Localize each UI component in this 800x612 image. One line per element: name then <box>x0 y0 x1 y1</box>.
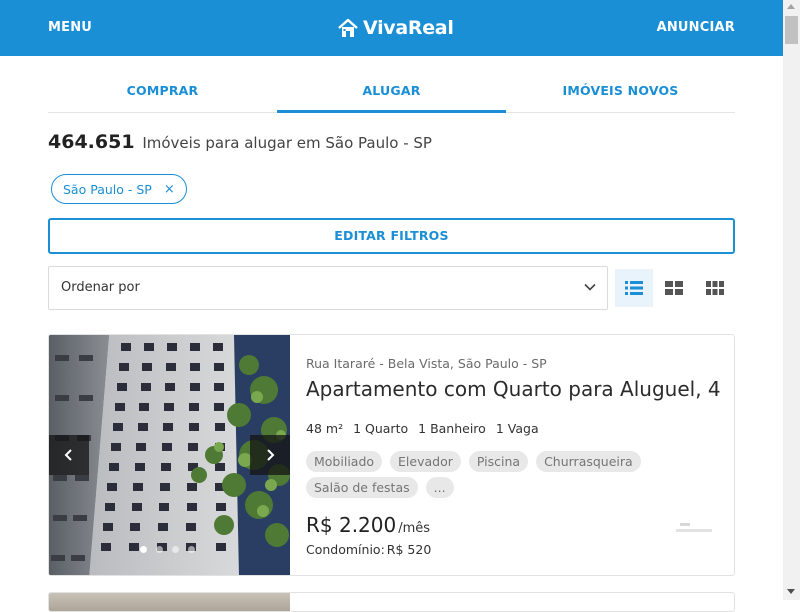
filter-chip-label: São Paulo - SP <box>63 181 152 197</box>
chevron-down-icon <box>584 283 596 291</box>
remove-filter-icon[interactable]: × <box>164 182 175 197</box>
tab-alugar[interactable]: ALUGAR <box>277 70 506 113</box>
listing-photo[interactable] <box>49 593 290 611</box>
listing-photo[interactable] <box>49 335 290 575</box>
next-photo-button[interactable] <box>250 435 290 475</box>
grid-three-view-button[interactable] <box>696 269 734 307</box>
grid-two-view-button[interactable] <box>655 269 693 307</box>
menu-button[interactable]: MENU <box>48 20 92 35</box>
amenity-tag: Piscina <box>468 451 529 472</box>
chevron-left-icon <box>64 449 72 461</box>
vivareal-logo[interactable]: VivaReal <box>337 14 454 42</box>
scrollbar-thumb[interactable] <box>785 16 798 44</box>
amenity-tag: Churrasqueira <box>536 451 641 472</box>
listing-address: Rua Itararé - Bela Vista, São Paulo - SP <box>306 356 547 371</box>
photo-dot[interactable] <box>156 546 163 553</box>
bedrooms-feature: 1 Quarto <box>353 421 409 436</box>
previous-photo-button[interactable] <box>49 435 89 475</box>
price-period: /mês <box>398 521 431 536</box>
parking-feature: 1 Vaga <box>495 421 539 436</box>
top-bar: MENU VivaReal ANUNCIAR <box>0 0 783 56</box>
edit-filters-button[interactable]: EDITAR FILTROS <box>48 218 735 254</box>
sort-select[interactable]: Ordenar por <box>48 266 608 310</box>
agency-logo[interactable] <box>674 521 714 535</box>
listing-features: 48 m² 1 Quarto 1 Banheiro 1 Vaga <box>306 421 539 436</box>
list-view-icon <box>625 281 643 295</box>
listing-card[interactable] <box>48 592 735 612</box>
results-description: Imóveis para alugar em São Paulo - SP <box>142 134 432 152</box>
sort-select-label: Ordenar por <box>61 280 140 295</box>
location-filter-chip[interactable]: São Paulo - SP × <box>51 174 187 204</box>
grid-three-icon <box>706 281 724 295</box>
listing-card[interactable]: Rua Itararé - Bela Vista, São Paulo - SP… <box>48 334 735 576</box>
area-feature: 48 m² <box>306 421 344 436</box>
business-type-tabs: COMPRAR ALUGAR IMÓVEIS NOVOS <box>48 70 735 113</box>
vertical-scrollbar[interactable] <box>783 0 800 600</box>
tab-comprar[interactable]: COMPRAR <box>48 70 277 112</box>
scroll-down-icon[interactable] <box>787 589 795 594</box>
chevron-right-icon <box>267 449 275 461</box>
bathrooms-feature: 1 Banheiro <box>418 421 486 436</box>
more-amenities-tag[interactable]: ... <box>425 477 454 498</box>
house-logo-icon <box>338 18 358 37</box>
photo-dot[interactable] <box>172 546 179 553</box>
list-view-button[interactable] <box>615 269 653 307</box>
results-count: 464.651 <box>48 131 135 153</box>
logo-text: VivaReal <box>363 17 454 39</box>
listing-title[interactable]: Apartamento com Quarto para Aluguel, 48… <box>306 377 721 401</box>
tab-imoveis-novos[interactable]: IMÓVEIS NOVOS <box>506 70 735 112</box>
listing-price: R$ 2.200/mês <box>306 513 430 537</box>
photo-dot[interactable] <box>188 546 195 553</box>
condo-value: R$ 520 <box>386 542 432 557</box>
price-value: R$ 2.200 <box>306 513 397 537</box>
photo-dot[interactable] <box>140 546 147 553</box>
condo-label: Condomínio: <box>306 542 385 557</box>
amenity-tag: Salão de festas <box>306 477 418 498</box>
grid-two-icon <box>665 281 683 295</box>
photo-pagination <box>140 546 195 553</box>
anunciar-button[interactable]: ANUNCIAR <box>657 20 735 35</box>
amenity-tag: Mobiliado <box>306 451 383 472</box>
results-heading: 464.651 Imóveis para alugar em São Paulo… <box>48 131 432 153</box>
amenities-list: Mobiliado Elevador Piscina Churrasqueira… <box>306 451 706 498</box>
scroll-up-icon[interactable] <box>787 4 795 9</box>
amenity-tag: Elevador <box>390 451 461 472</box>
condo-fee: Condomínio: R$ 520 <box>306 542 431 557</box>
